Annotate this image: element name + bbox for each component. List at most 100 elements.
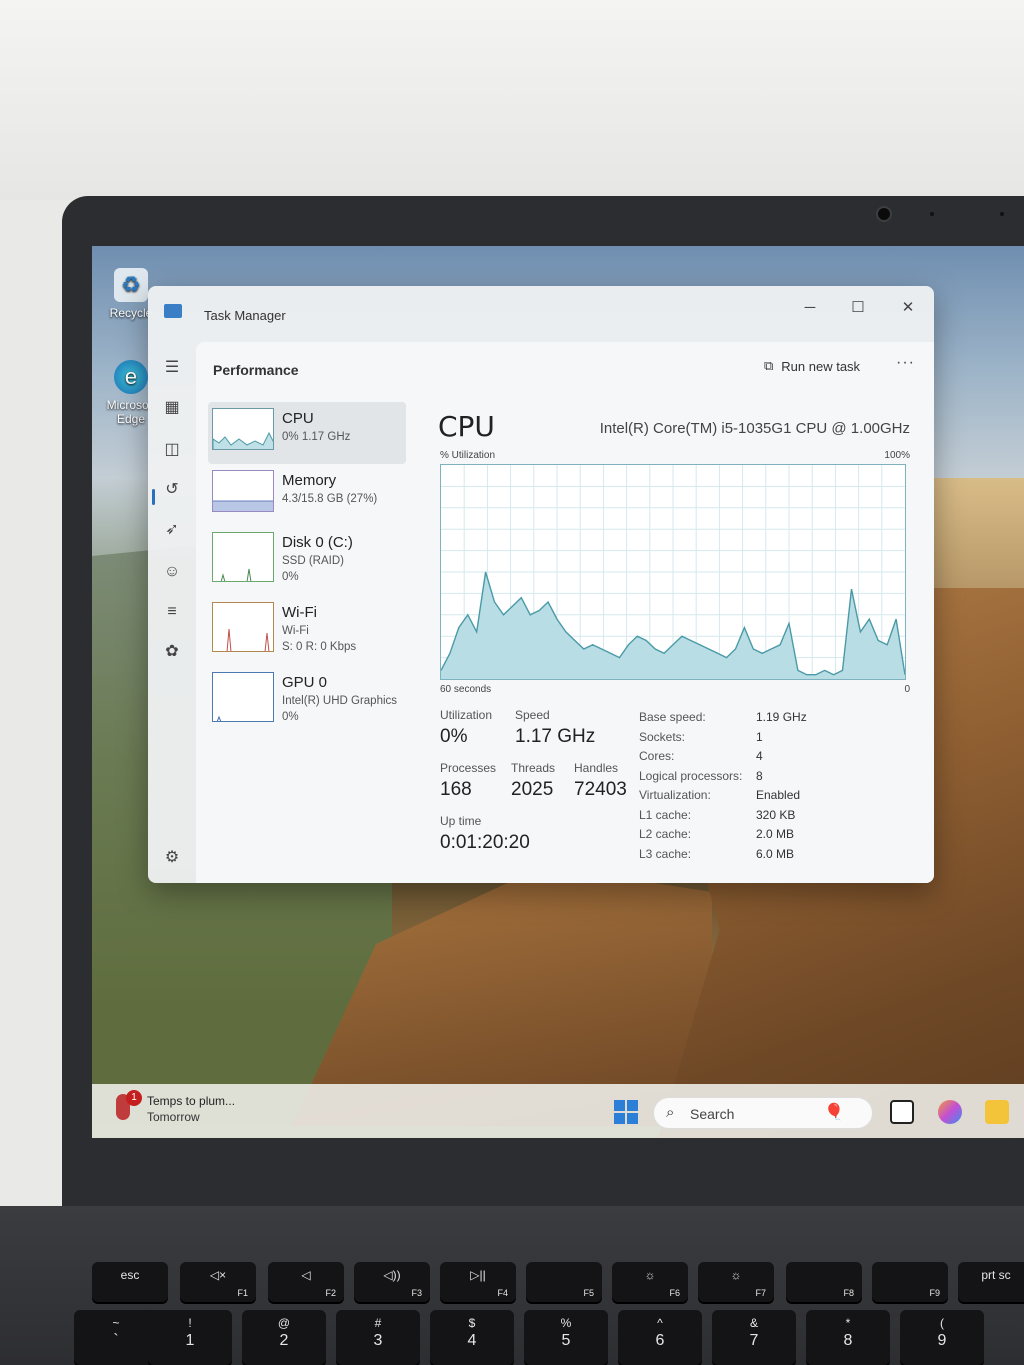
weather-subtitle[interactable]: Tomorrow [147,1110,200,1124]
number-key[interactable]: $4 [430,1310,514,1365]
number-key[interactable]: * 8 [806,1310,890,1365]
nav-rail: ☰ ▦ ◫ ↺ ➶ ☺ ≡ ✿ ⚙ [148,334,196,883]
cpu-utilization-graph [440,464,906,680]
notification-badge: 1 [126,1090,142,1106]
function-key[interactable]: ◁ F2 [268,1262,344,1302]
key-primary-label: ◁× [209,1268,227,1282]
threads-label: Threads [511,761,556,775]
function-key[interactable]: ▷|| F4 [440,1262,516,1302]
resource-name: GPU 0 [282,674,328,691]
spec-label: Base speed: [639,710,706,724]
wallpaper-town [932,478,1024,588]
users-icon[interactable]: ☺ [160,560,184,584]
file-explorer-icon[interactable] [985,1100,1009,1124]
disk-usage: 0% [282,571,299,583]
number-key[interactable]: & 7 [712,1310,796,1365]
wifi-thumbnail-graph [226,628,270,651]
start-button[interactable] [614,1100,638,1124]
spec-value: 2.0 MB [756,827,795,841]
recycle-bin-icon: ♻ [114,268,148,302]
resource-item-memory[interactable]: Memory 4.3/15.8 GB (27%) [208,464,406,526]
task-view-icon[interactable] [890,1100,914,1124]
disk-thumbnail [212,532,274,582]
page-title: Performance [213,362,299,378]
handles-value: 72403 [574,779,627,800]
resource-item-gpu[interactable]: GPU 0 Intel(R) UHD Graphics 0% [208,666,406,728]
number-key[interactable]: ! 1 [148,1310,232,1365]
resource-detail: SSD (RAID) 0% [282,553,344,585]
function-key[interactable]: ☼ F6 [612,1262,688,1302]
spec-label: Sockets: [639,730,686,744]
gpu-thumbnail [212,672,274,722]
weather-title[interactable]: Temps to plum... [147,1094,235,1108]
spec-label: Cores: [639,749,675,763]
function-key[interactable]: ☼ F7 [698,1262,774,1302]
function-key[interactable]: prt sc [958,1262,1024,1302]
title-bar: Task Manager ─ ☐ ✕ [148,286,934,334]
taskbar-search[interactable]: ⌕ Search 🎈 [653,1097,873,1129]
resource-item-disk[interactable]: Disk 0 (C:) SSD (RAID) 0% [208,526,406,588]
number-key[interactable]: (9 [900,1310,984,1365]
function-key[interactable]: esc [92,1262,168,1302]
wifi-throughput: S: 0 R: 0 Kbps [282,641,357,653]
cpu-graph-svg [440,465,906,679]
minimize-button[interactable]: ─ [790,294,830,322]
function-key[interactable]: F9 [872,1262,948,1302]
resource-name: Wi-Fi [282,604,317,621]
details-icon[interactable]: ≡ [160,600,184,624]
run-task-icon: ⧉ [764,358,774,373]
utilization-axis-label: % Utilization [440,450,496,461]
background-wall [0,0,1024,200]
spec-value: 1 [756,730,763,744]
app-history-icon[interactable]: ↺ [160,478,184,502]
spec-value: 320 KB [756,808,796,822]
uptime-value: 0:01:20:20 [440,832,530,853]
wifi-adapter: Wi-Fi [282,625,309,637]
resource-detail: 0% 1.17 GHz [282,431,351,443]
spec-value: 1.19 GHz [756,710,807,724]
run-new-task-label: Run new task [781,358,861,374]
cpu-thumbnail [212,408,274,450]
detail-title: CPU [438,410,495,443]
resource-item-wifi[interactable]: Wi-Fi Wi-Fi S: 0 R: 0 Kbps [208,596,406,658]
windows-logo-icon [614,1100,625,1111]
key-fn-label: F4 [497,1288,508,1298]
copilot-icon[interactable] [938,1100,962,1124]
key-shift-label: ^ [657,1316,663,1330]
key-shift-label: ~ [112,1316,120,1330]
key-shift-label: # [374,1316,382,1330]
spec-value: 4 [756,749,763,763]
function-key[interactable]: ◁× F1 [180,1262,256,1302]
run-new-task-button[interactable]: ⧉ Run new task [764,358,860,374]
resource-detail: 4.3/15.8 GB (27%) [282,493,378,505]
settings-icon[interactable]: ⚙ [160,846,184,870]
utilization-label: Utilization [440,708,493,722]
function-key[interactable]: F5 [526,1262,602,1302]
key-fn-label: F3 [411,1288,422,1298]
key-shift-label: @ [277,1316,291,1330]
key-primary-label: 9 [937,1332,947,1349]
memory-thumbnail [212,470,274,512]
number-key[interactable]: % 5 [524,1310,608,1365]
hamburger-icon[interactable]: ☰ [160,356,184,380]
number-key[interactable]: @2 [242,1310,326,1365]
key-primary-label: ☼ [730,1268,742,1282]
maximize-button[interactable]: ☐ [838,294,878,322]
function-key[interactable]: F8 [786,1262,862,1302]
services-icon[interactable]: ✿ [160,640,184,664]
number-key[interactable]: #3 [336,1310,420,1365]
key-primary-label: 6 [655,1332,665,1349]
resource-item-cpu[interactable]: CPU 0% 1.17 GHz [208,402,406,464]
startup-apps-icon[interactable]: ➶ [160,518,184,542]
close-button[interactable]: ✕ [888,294,928,322]
task-manager-icon [164,304,182,318]
number-key[interactable]: ^ 6 [618,1310,702,1365]
function-key[interactable]: ◁)) F3 [354,1262,430,1302]
more-options-button[interactable]: ··· [896,354,915,372]
number-key[interactable]: ~ ` [74,1310,158,1365]
performance-icon[interactable]: ◫ [160,438,184,462]
key-primary-label: ` [113,1332,119,1349]
processes-icon[interactable]: ▦ [160,396,184,420]
task-manager-window: Task Manager ─ ☐ ✕ ☰ ▦ ◫ ↺ ➶ ☺ ≡ ✿ ⚙ Per… [148,286,934,883]
desktop-icon-label: Recycle [109,306,153,320]
